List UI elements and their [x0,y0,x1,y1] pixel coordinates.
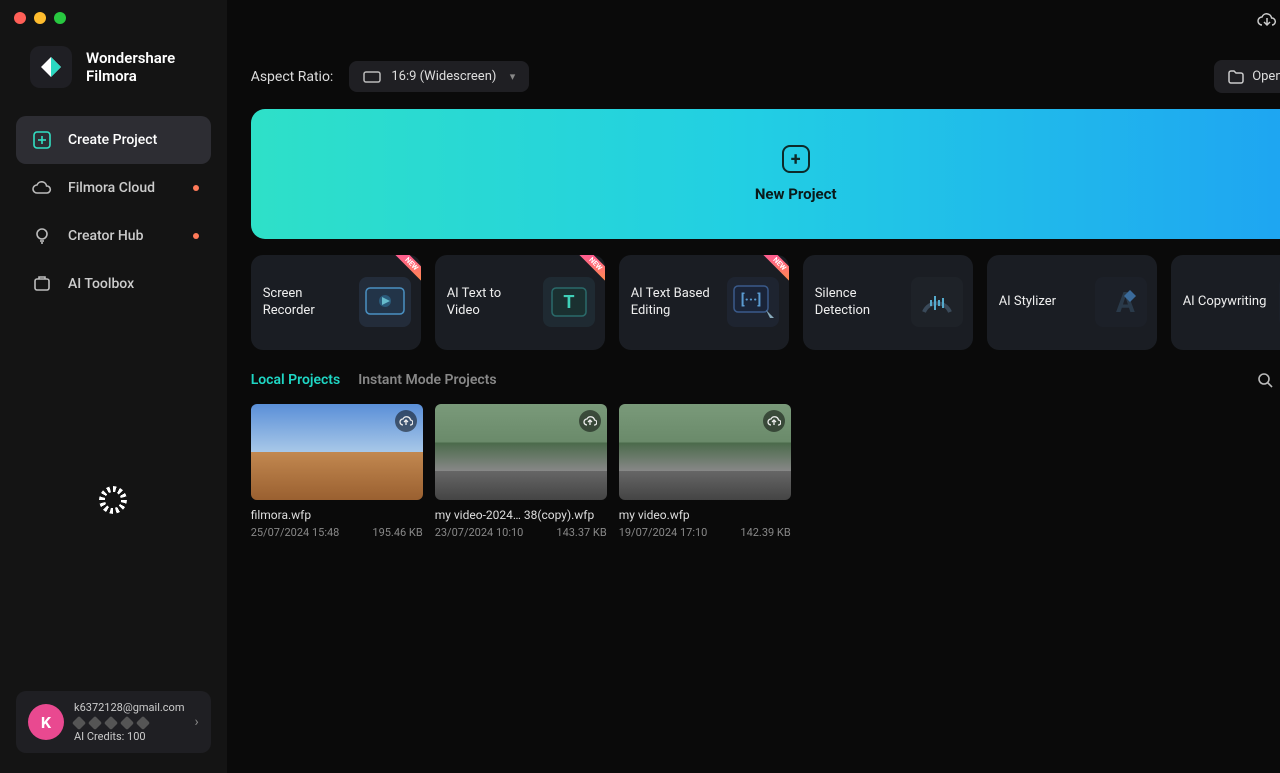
stylizer-icon: A [1095,277,1147,327]
app-brand: Wondershare Filmora [0,36,227,116]
text-editing-icon: [···] [727,277,779,327]
cloud-icon [32,178,52,198]
ai-toolbox-icon [32,274,52,294]
project-thumbnail [251,404,423,500]
project-meta: 25/07/2024 15:48 195.46 KB [251,526,423,539]
account-badges [74,718,184,728]
project-card[interactable]: my video-2024… 38(copy).wfp 23/07/2024 10… [435,404,607,539]
svg-text:T: T [563,292,574,313]
project-date: 25/07/2024 15:48 [251,526,340,539]
text-to-video-icon: T [543,277,595,327]
notification-dot [193,233,199,239]
minimize-window[interactable] [34,12,46,24]
nav-label: Create Project [68,132,157,148]
sidebar-item-create-project[interactable]: Create Project [16,116,211,164]
aspect-ratio-value: 16:9 (Widescreen) [391,69,496,84]
spinner-icon [99,486,127,514]
project-meta: 19/07/2024 17:10 142.39 KB [619,526,791,539]
open-project-button[interactable]: Open Project [1214,60,1280,93]
close-window[interactable] [14,12,26,24]
project-date: 19/07/2024 17:10 [619,526,708,539]
tool-card[interactable]: AI Copywriting [1171,255,1280,350]
project-name: my video.wfp [619,508,791,522]
main-panel: Aspect Ratio: 16:9 (Widescreen) ▾ Open P… [227,0,1280,773]
project-meta: 23/07/2024 10:10 143.37 KB [435,526,607,539]
header-icons [1257,12,1280,30]
cloud-upload-icon[interactable] [395,410,417,432]
nav-label: AI Toolbox [68,276,134,292]
account-credits: AI Credits: 100 [74,730,184,743]
window-controls [0,0,227,36]
folder-icon [1228,70,1244,84]
project-name: filmora.wfp [251,508,423,522]
account-info: k6372128@gmail.com AI Credits: 100 [74,701,184,743]
project-name: my video-2024… 38(copy).wfp [435,508,607,522]
chevron-right-icon: › [194,714,198,730]
plus-icon: + [782,145,810,173]
app-logo-icon [30,46,72,88]
project-size: 195.46 KB [372,526,422,539]
project-thumbnail [435,404,607,500]
new-project-label: New Project [755,185,837,203]
sidebar-item-filmora-cloud[interactable]: Filmora Cloud [16,164,211,212]
avatar: K [28,704,64,740]
nav-label: Filmora Cloud [68,180,155,196]
project-date: 23/07/2024 10:10 [435,526,524,539]
search-icon[interactable] [1257,372,1273,388]
brand-line2: Filmora [86,67,175,85]
account-card[interactable]: K k6372128@gmail.com AI Credits: 100 › [16,691,211,753]
aspect-ratio-select[interactable]: 16:9 (Widescreen) ▾ [349,61,529,92]
tools-row: Screen RecorderAI Text to VideoTAI Text … [227,239,1280,350]
maximize-window[interactable] [54,12,66,24]
sidebar: Wondershare Filmora Create Project Filmo… [0,0,227,773]
aspect-ratio-label: Aspect Ratio: [251,69,334,85]
aspect-icon [363,71,381,83]
account-email: k6372128@gmail.com [74,701,184,714]
project-thumbnail [619,404,791,500]
sidebar-nav: Create Project Filmora Cloud Creator Hub… [0,116,227,308]
open-project-label: Open Project [1252,69,1280,84]
tool-label: AI Text Based Editing [631,286,721,320]
notification-dot [193,185,199,191]
plus-square-icon [32,130,52,150]
svg-text:A: A [1116,286,1135,319]
project-tabs: Local Projects Instant Mode Projects [227,350,1280,388]
sidebar-item-ai-toolbox[interactable]: AI Toolbox [16,260,211,308]
tab-local-projects[interactable]: Local Projects [251,372,341,388]
tab-instant-mode[interactable]: Instant Mode Projects [358,372,496,388]
project-card[interactable]: my video.wfp 19/07/2024 17:10 142.39 KB [619,404,791,539]
bulb-icon [32,226,52,246]
project-size: 143.37 KB [556,526,606,539]
sidebar-item-creator-hub[interactable]: Creator Hub [16,212,211,260]
chevron-down-icon: ▾ [510,70,516,83]
top-row: Aspect Ratio: 16:9 (Widescreen) ▾ Open P… [227,0,1280,109]
tool-label: AI Copywriting [1183,294,1267,311]
tool-card[interactable]: AI Text to Video T [435,255,605,350]
silence-icon [911,277,963,327]
cloud-upload-icon[interactable] [763,410,785,432]
tool-card[interactable]: Silence Detection [803,255,973,350]
project-card[interactable]: filmora.wfp 25/07/2024 15:48 195.46 KB [251,404,423,539]
tool-card[interactable]: AI Text Based Editing [···] [619,255,789,350]
tool-card[interactable]: Screen Recorder [251,255,421,350]
svg-text:[···]: [···] [740,291,761,308]
tool-label: AI Stylizer [999,294,1056,311]
tool-label: Screen Recorder [263,286,353,320]
cloud-upload-icon[interactable] [579,410,601,432]
tool-label: AI Text to Video [447,286,537,320]
project-size: 142.39 KB [740,526,790,539]
tool-card[interactable]: AI Stylizer A [987,255,1157,350]
new-project-button[interactable]: + New Project [251,109,1280,239]
loading-area [0,308,227,691]
nav-label: Creator Hub [68,228,143,244]
cloud-download-icon[interactable] [1257,12,1277,30]
tool-label: Silence Detection [815,286,905,320]
brand-line1: Wondershare [86,49,175,67]
screen-recorder-icon [359,277,411,327]
projects-grid: filmora.wfp 25/07/2024 15:48 195.46 KB my v… [227,388,1280,555]
